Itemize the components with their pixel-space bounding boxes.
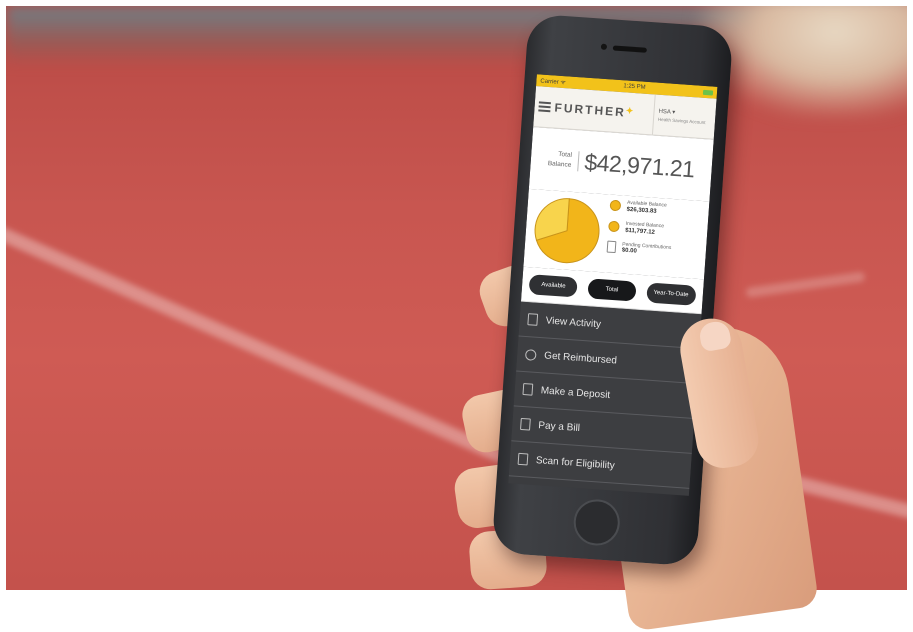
tab-available[interactable]: Available (528, 274, 579, 298)
speaker-grille (612, 45, 647, 53)
account-selector[interactable]: HSA ▾ Health Savings Account (651, 94, 717, 139)
hamburger-menu-icon[interactable] (538, 101, 551, 113)
balance-pie-chart (534, 198, 600, 264)
pending-icon (606, 240, 617, 253)
carrier-label: Carrier ᯤ (540, 78, 567, 87)
document-icon (527, 313, 539, 326)
balance-label: Total Balance (547, 149, 580, 172)
camera-icon (600, 43, 608, 51)
legend-item-pending: Pending Contributions $0.00 (606, 240, 703, 259)
balance-chart-area: Available Balance $26,303.83 Invested Ba… (523, 188, 710, 280)
bill-icon (520, 417, 531, 431)
legend-dot (609, 199, 622, 212)
clock-label: 1:25 PM (623, 83, 646, 91)
reimburse-icon (524, 348, 537, 361)
scan-icon (517, 452, 529, 466)
phone: Carrier ᯤ 1:25 PM FURTHER✦ HSA ▾ Health … (491, 13, 734, 567)
legend-item-available: Available Balance $26,303.83 (609, 199, 705, 218)
deposit-icon (522, 383, 534, 396)
balance-amount: $42,971.21 (583, 148, 696, 182)
battery-icon (702, 89, 714, 96)
action-menu: View Activity Get Reimbursed Make a Depo… (508, 301, 702, 489)
brand-logo: FURTHER✦ (554, 100, 636, 120)
legend-dot (608, 220, 620, 233)
tab-year-to-date[interactable]: Year-To-Date (645, 282, 697, 306)
legend-item-invested: Invested Balance $11,797.12 (608, 219, 704, 238)
tab-total[interactable]: Total (587, 278, 637, 302)
home-button[interactable] (572, 497, 622, 548)
phone-screen: Carrier ᯤ 1:25 PM FURTHER✦ HSA ▾ Health … (508, 74, 718, 496)
track-lane-line (745, 271, 866, 298)
chart-legend: Available Balance $26,303.83 Invested Ba… (606, 199, 705, 268)
